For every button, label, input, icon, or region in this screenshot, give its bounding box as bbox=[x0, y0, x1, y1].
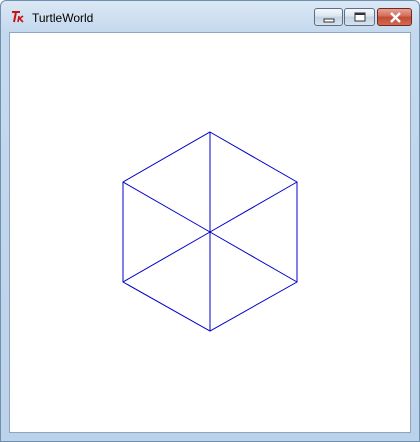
minimize-icon bbox=[323, 18, 335, 23]
spoke-lower-left bbox=[122, 231, 211, 283]
close-button[interactable] bbox=[377, 8, 412, 26]
turtle-canvas[interactable] bbox=[10, 33, 410, 432]
spoke-lower-right bbox=[209, 231, 298, 283]
turtleworld-window: TurtleWorld bbox=[0, 0, 420, 442]
spoke-upper-right bbox=[209, 181, 298, 233]
title-bar[interactable]: TurtleWorld bbox=[1, 1, 419, 32]
window-title: TurtleWorld bbox=[32, 11, 94, 25]
close-icon bbox=[390, 12, 401, 23]
maximize-icon bbox=[354, 12, 366, 22]
turtle-canvas-area[interactable] bbox=[9, 32, 411, 433]
spoke-upper-left bbox=[122, 181, 211, 233]
minimize-button[interactable] bbox=[314, 8, 343, 26]
maximize-button[interactable] bbox=[344, 8, 375, 26]
tk-feather-icon bbox=[12, 11, 24, 23]
